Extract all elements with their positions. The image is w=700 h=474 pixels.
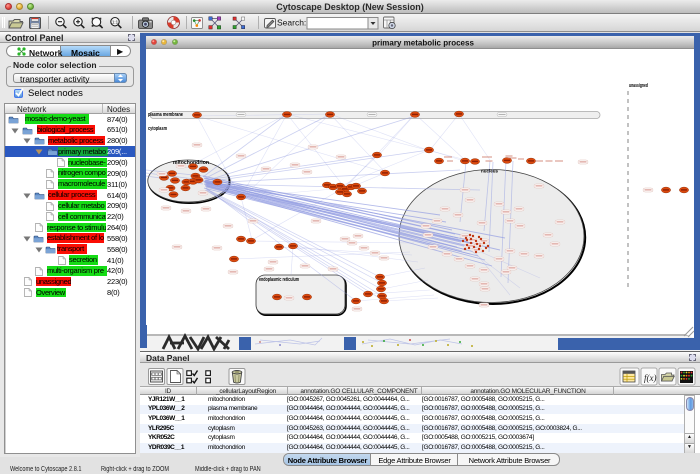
svg-text:plasma membrane: plasma membrane [148,112,183,118]
svg-text:1:1: 1:1 [112,20,119,25]
svg-text:primary metabolic process: primary metabolic process [372,39,474,48]
svg-text:endoplasmic reticulum: endoplasmic reticulum [259,277,299,283]
svg-text:f(x): f(x) [644,373,657,383]
svg-text:unassigned: unassigned [629,83,648,89]
svg-text:cytoplasm: cytoplasm [148,126,167,132]
svg-text:Search:: Search: [277,18,306,28]
svg-text:nucleus: nucleus [481,169,499,174]
